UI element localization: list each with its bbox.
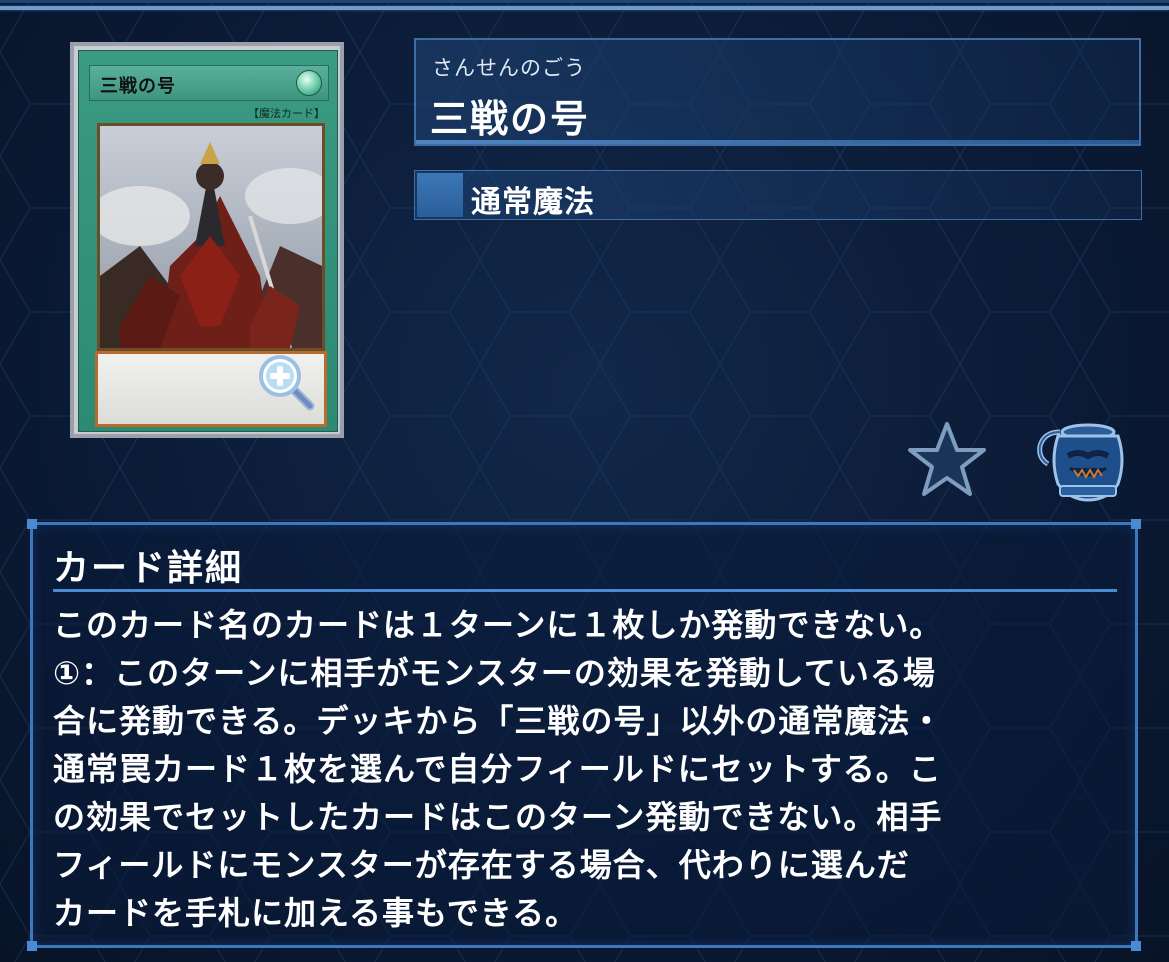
samurai-artwork-image [100, 126, 322, 348]
card-details-panel: カード詳細 このカード名のカードは１ターンに１枚しか発動できない。 ①：このター… [27, 519, 1141, 951]
panel-corner [1131, 941, 1141, 951]
card-name-header: さんせんのごう 三戦の号 [414, 38, 1141, 146]
pot-button[interactable] [1030, 420, 1126, 502]
top-border [0, 0, 1169, 3]
type-marker [417, 173, 463, 217]
favorite-button[interactable] [906, 420, 988, 498]
card-type-box: 通常魔法 [414, 170, 1142, 220]
card-artwork [97, 123, 325, 351]
card-name-bar: 三戦の号 [89, 65, 329, 101]
card-effect-text: このカード名のカードは１ターンに１枚しか発動できない。 ①：このターンに相手がモ… [53, 606, 944, 932]
top-divider [0, 6, 1169, 10]
star-icon [908, 422, 986, 496]
zoom-button[interactable] [256, 352, 318, 414]
details-divider [53, 589, 1117, 592]
card-image-type-line: 【魔法カード】 [248, 107, 325, 120]
card-name-reading: さんせんのごう [432, 56, 586, 80]
details-title: カード詳細 [53, 548, 244, 589]
card-detail-screen: 三戦の号 【魔法カード】 さんせんのごう 三戦の号 通常魔法 カード詳細 このカ… [0, 0, 1169, 962]
panel-corner [27, 519, 37, 529]
panel-corner [27, 941, 37, 951]
card-name: 三戦の号 [430, 97, 591, 141]
spell-attribute-icon [296, 70, 322, 96]
pot-of-greed-icon [1037, 423, 1124, 502]
card-image-name: 三戦の号 [100, 76, 176, 97]
zoom-in-icon [259, 355, 315, 411]
card-type-label: 通常魔法 [471, 185, 595, 220]
panel-corner [1131, 519, 1141, 529]
